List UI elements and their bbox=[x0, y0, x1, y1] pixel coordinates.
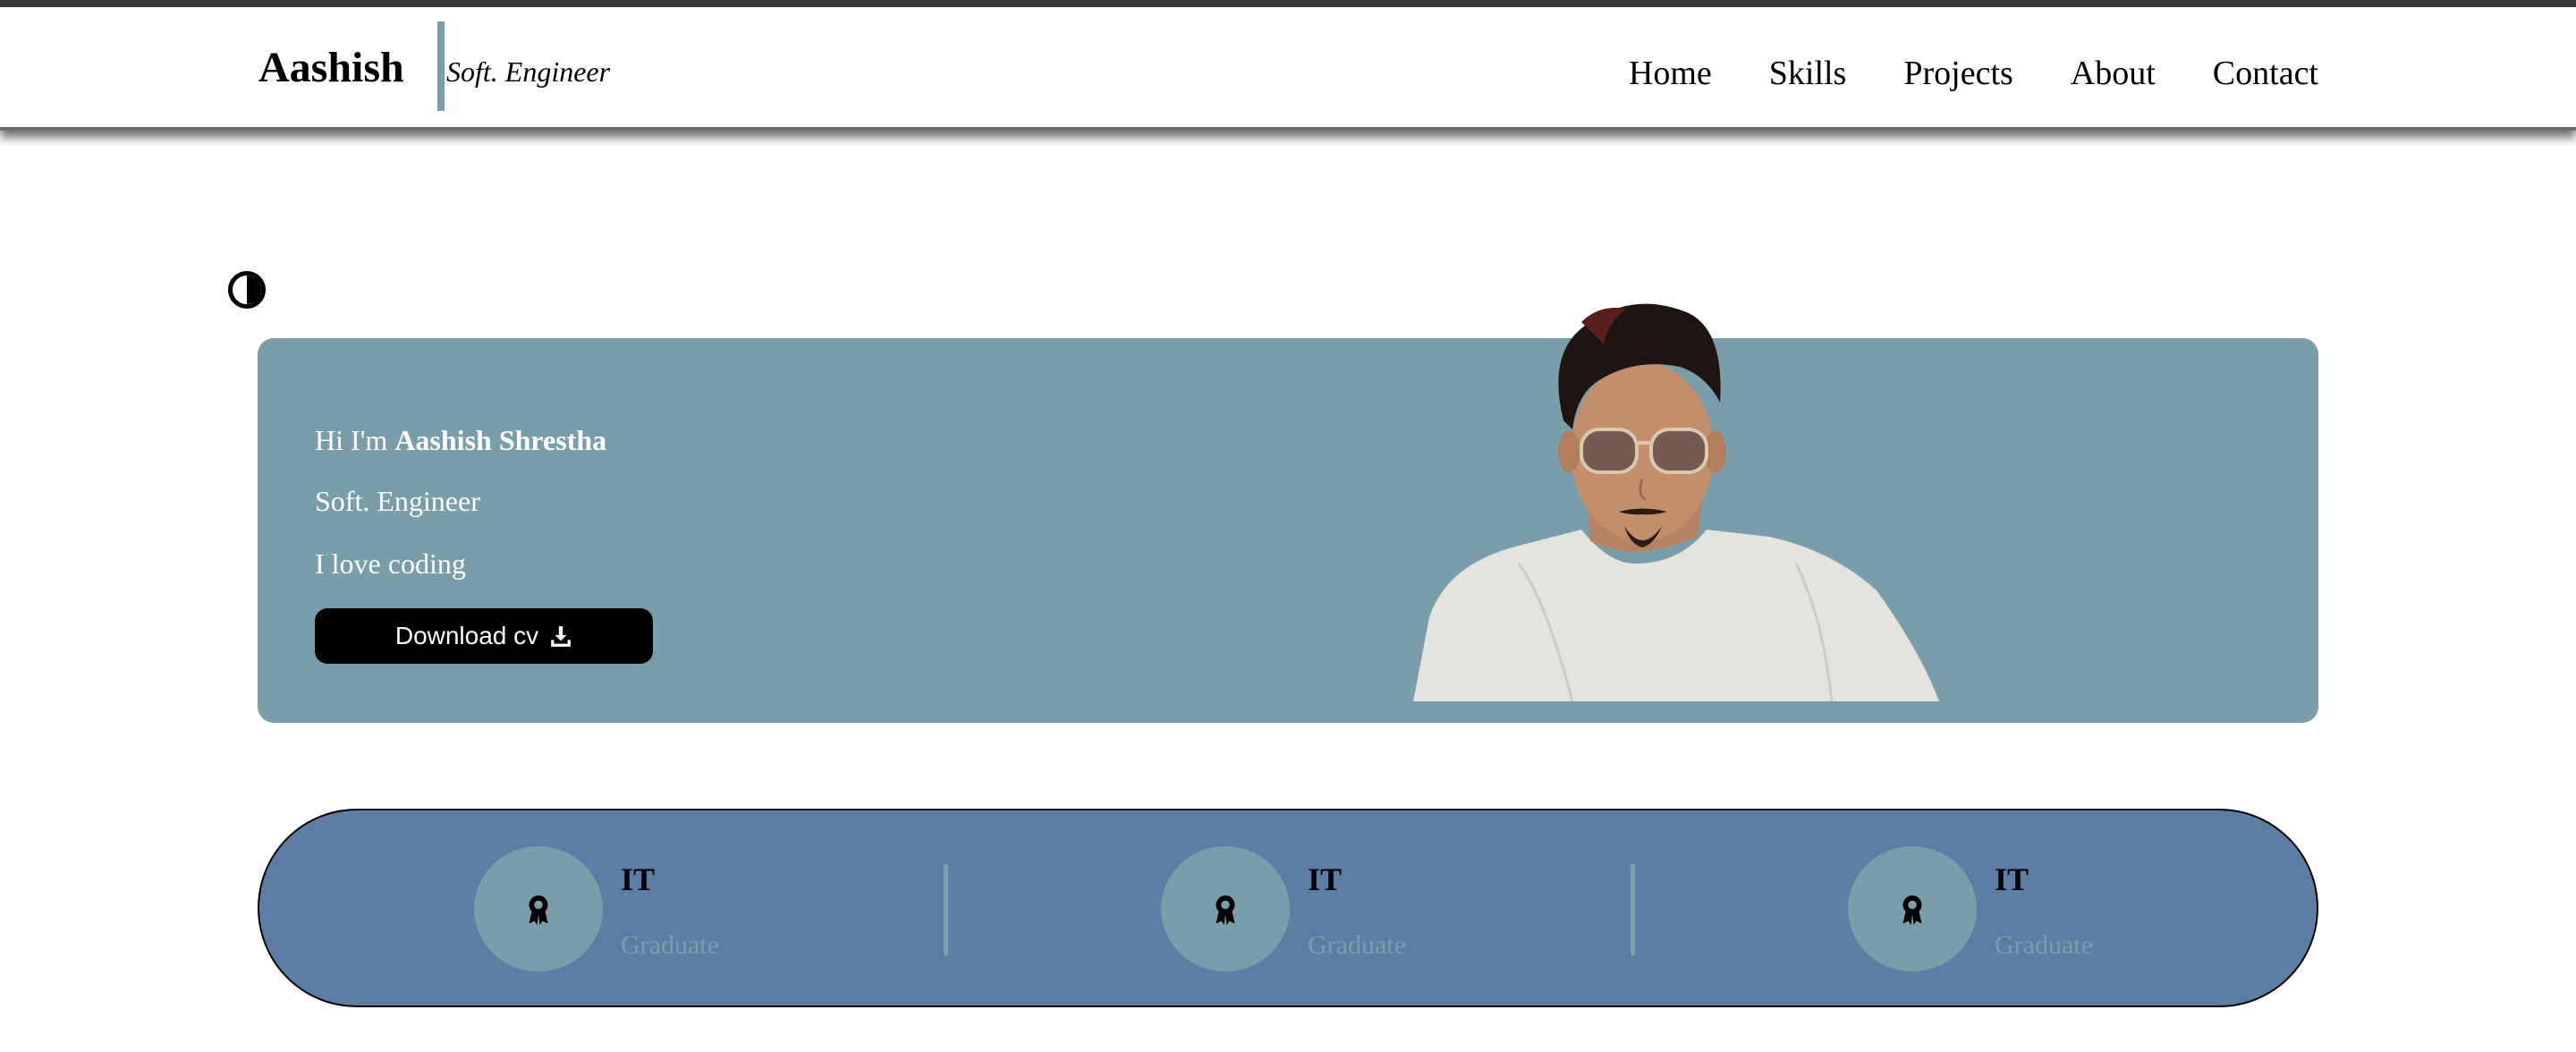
stats-bar: IT Graduate IT Graduate IT Graduate bbox=[258, 809, 2318, 1007]
download-cv-label: Download cv bbox=[394, 622, 539, 649]
hero-name: Aashish Shrestha bbox=[394, 424, 607, 456]
stat-title: IT bbox=[1308, 861, 1343, 897]
stat-icon-circle bbox=[1848, 846, 1977, 971]
brand-tagline: Soft. Engineer bbox=[446, 55, 611, 88]
brand-divider bbox=[437, 21, 445, 111]
hero-greeting: Hi I'm Aashish Shrestha bbox=[315, 424, 606, 457]
stat-divider bbox=[1631, 864, 1635, 955]
stat-subtitle: Graduate bbox=[1308, 930, 1406, 960]
hero-greeting-prefix: Hi I'm bbox=[315, 424, 395, 456]
stat-divider bbox=[944, 864, 948, 955]
hero-card: Hi I'm Aashish Shrestha Soft. Engineer I… bbox=[258, 338, 2318, 723]
profile-photo bbox=[1413, 303, 1939, 701]
download-icon bbox=[551, 626, 571, 647]
stat-title: IT bbox=[621, 861, 656, 897]
stat-title: IT bbox=[1995, 861, 2029, 897]
nav-item-skills[interactable]: Skills bbox=[1769, 54, 1847, 93]
award-icon bbox=[1902, 895, 1922, 925]
hero-tagline: I love coding bbox=[315, 547, 466, 580]
stat-subtitle: Graduate bbox=[1995, 930, 2093, 960]
download-cv-button[interactable]: Download cv bbox=[315, 608, 653, 664]
stat-item: IT Graduate bbox=[1161, 846, 1519, 971]
hero-role: Soft. Engineer bbox=[315, 485, 480, 517]
nav-item-home[interactable]: Home bbox=[1629, 54, 1712, 93]
nav-item-about[interactable]: About bbox=[2071, 54, 2156, 93]
stat-icon-circle bbox=[474, 846, 603, 971]
theme-toggle-contrast-icon[interactable] bbox=[228, 271, 266, 309]
brand-name[interactable]: Aashish bbox=[258, 43, 404, 92]
nav-item-projects[interactable]: Projects bbox=[1903, 54, 2012, 93]
site-header: Aashish Soft. Engineer Home Skills Proje… bbox=[0, 7, 2576, 127]
nav-item-contact[interactable]: Contact bbox=[2213, 54, 2318, 93]
award-icon bbox=[529, 895, 548, 925]
header-shadow-line bbox=[0, 127, 2576, 131]
stat-item: IT Graduate bbox=[474, 846, 832, 971]
stat-subtitle: Graduate bbox=[621, 930, 719, 960]
stat-icon-circle bbox=[1161, 846, 1290, 971]
top-strip bbox=[0, 0, 2576, 7]
stat-item: IT Graduate bbox=[1848, 846, 2206, 971]
award-icon bbox=[1216, 895, 1235, 925]
main-nav: Home Skills Projects About Contact bbox=[1629, 54, 2318, 93]
